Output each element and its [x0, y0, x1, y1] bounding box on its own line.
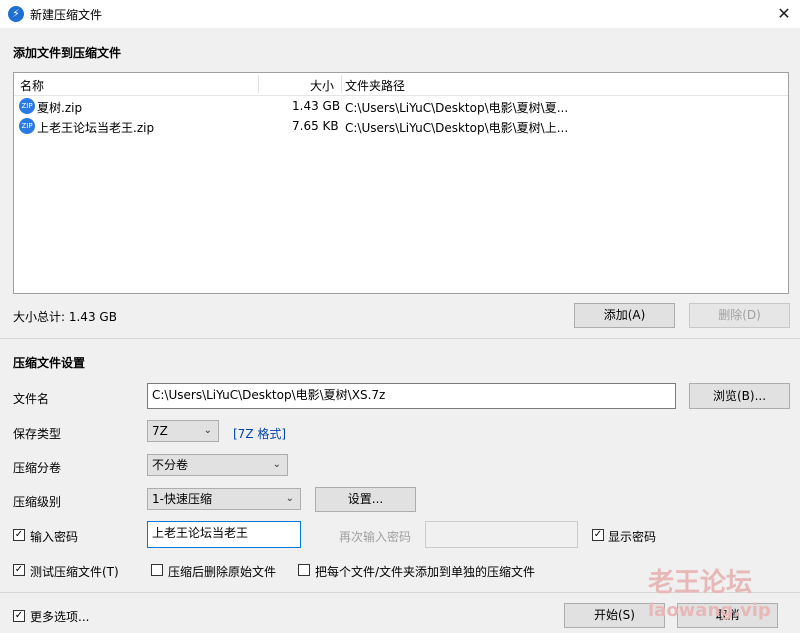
file-size: 7.65 KB [292, 119, 339, 133]
file-list[interactable]: 名称 大小 文件夹路径 ZIP 夏树.zip 1.43 GB C:\Users\… [13, 72, 789, 294]
split-label: 压缩分卷 [13, 461, 62, 475]
more-options-checkbox[interactable]: ✓ [13, 610, 25, 622]
column-header-path[interactable]: 文件夹路径 [345, 77, 405, 94]
show-password-checkbox[interactable]: ✓ [592, 529, 604, 541]
chevron-down-icon: ⌄ [285, 493, 294, 504]
level-value: 1-快速压缩 [152, 492, 212, 506]
file-size: 1.43 GB [292, 99, 341, 113]
filename-input[interactable]: C:\Users\LiYuC\Desktop\电影\夏树\XS.7z [147, 383, 676, 409]
reenter-password-label: 再次输入密码 [339, 530, 412, 544]
reenter-password-input[interactable] [425, 521, 578, 548]
file-path: C:\Users\LiYuC\Desktop\电影\夏树\夏... [345, 101, 569, 115]
level-label: 压缩级别 [13, 495, 62, 509]
save-type-select[interactable]: 7Z ⌄ [147, 420, 219, 442]
file-path: C:\Users\LiYuC\Desktop\电影\夏树\上... [345, 121, 569, 135]
delete-after-label: 压缩后删除原始文件 [168, 565, 277, 579]
settings-section-title: 压缩文件设置 [13, 356, 86, 370]
title-bar: ⚡ 新建压缩文件 ✕ [0, 0, 800, 28]
file-name: 夏树.zip [37, 101, 83, 115]
save-type-value: 7Z [152, 424, 168, 438]
test-archive-label: 测试压缩文件(T) [30, 565, 119, 579]
close-button[interactable]: ✕ [772, 2, 796, 26]
more-options-label: 更多选项... [30, 610, 90, 624]
add-button[interactable]: 添加(A) [574, 303, 675, 328]
settings-button[interactable]: 设置... [315, 487, 416, 512]
window-title: 新建压缩文件 [30, 8, 103, 22]
column-header-name[interactable]: 名称 [20, 77, 44, 94]
chevron-down-icon: ⌄ [272, 459, 281, 470]
app-logo-icon: ⚡ [8, 6, 24, 22]
zip-file-icon: ZIP [19, 118, 35, 134]
password-input[interactable]: 上老王论坛当老王 [147, 521, 301, 548]
test-archive-checkbox[interactable]: ✓ [13, 564, 25, 576]
watermark-text: 老王论坛 [648, 568, 753, 598]
split-select[interactable]: 不分卷 ⌄ [147, 454, 288, 476]
show-password-label: 显示密码 [608, 530, 657, 544]
section-divider [0, 338, 800, 339]
password-label: 输入密码 [30, 530, 79, 544]
format-link[interactable]: [7Z 格式] [233, 425, 286, 442]
file-name: 上老王论坛当老王.zip [37, 121, 155, 135]
file-list-header: 名称 大小 文件夹路径 [14, 73, 788, 96]
separate-archives-checkbox[interactable] [298, 564, 310, 576]
add-section-title: 添加文件到压缩文件 [13, 46, 122, 60]
column-separator[interactable] [341, 75, 342, 93]
separate-archives-label: 把每个文件/文件夹添加到单独的压缩文件 [315, 565, 536, 579]
delete-button[interactable]: 删除(D) [689, 303, 790, 328]
password-checkbox[interactable]: ✓ [13, 529, 25, 541]
chevron-down-icon: ⌄ [203, 425, 212, 436]
watermark-url: laowang.vip [648, 600, 771, 621]
table-row[interactable]: ZIP 上老王论坛当老王.zip 7.65 KB C:\Users\LiYuC\… [14, 116, 788, 136]
column-header-size[interactable]: 大小 [310, 77, 334, 94]
browse-button[interactable]: 浏览(B)... [689, 383, 790, 409]
table-row[interactable]: ZIP 夏树.zip 1.43 GB C:\Users\LiYuC\Deskto… [14, 96, 788, 116]
zip-file-icon: ZIP [19, 98, 35, 114]
save-type-label: 保存类型 [13, 427, 62, 441]
level-select[interactable]: 1-快速压缩 ⌄ [147, 488, 301, 510]
split-value: 不分卷 [152, 458, 189, 472]
filename-label: 文件名 [13, 392, 50, 406]
column-separator[interactable] [258, 75, 259, 93]
delete-after-checkbox[interactable] [151, 564, 163, 576]
total-size: 大小总计: 1.43 GB [13, 310, 117, 324]
